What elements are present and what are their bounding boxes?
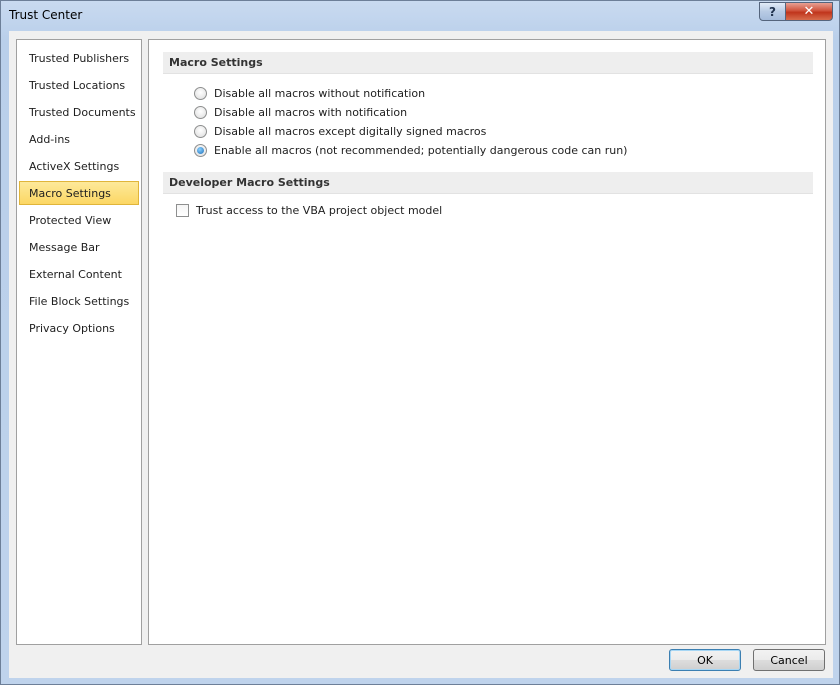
radio-button[interactable]	[194, 125, 207, 138]
sidebar-item-trusted-documents[interactable]: Trusted Documents	[19, 100, 139, 124]
sidebar-item-trusted-locations[interactable]: Trusted Locations	[19, 73, 139, 97]
checkbox-label: Trust access to the VBA project object m…	[196, 204, 443, 217]
help-button[interactable]: ?	[759, 2, 786, 21]
radio-button-checked[interactable]	[194, 144, 207, 157]
radio-button[interactable]	[194, 87, 207, 100]
radio-disable-with-notification[interactable]: Disable all macros with notification	[194, 106, 407, 119]
option-label: Disable all macros without notification	[214, 87, 426, 100]
trust-center-dialog: Trust Center ? ✕ Trusted Publishers Trus…	[0, 0, 840, 685]
sidebar-item-trusted-publishers[interactable]: Trusted Publishers	[19, 46, 139, 70]
radio-button[interactable]	[194, 106, 207, 119]
developer-macro-settings-header: Developer Macro Settings	[163, 172, 813, 194]
close-icon: ✕	[803, 4, 815, 19]
cancel-button[interactable]: Cancel	[753, 649, 825, 671]
radio-disable-except-signed[interactable]: Disable all macros except digitally sign…	[194, 125, 486, 138]
window-title: Trust Center	[9, 8, 83, 22]
settings-panel: Macro Settings Disable all macros withou…	[148, 39, 826, 645]
option-label: Disable all macros except digitally sign…	[214, 125, 487, 138]
sidebar-item-privacy-options[interactable]: Privacy Options	[19, 316, 139, 340]
sidebar-item-add-ins[interactable]: Add-ins	[19, 127, 139, 151]
checkbox-trust-vba-access[interactable]: Trust access to the VBA project object m…	[176, 204, 442, 217]
close-button[interactable]: ✕	[785, 2, 833, 21]
radio-disable-without-notification[interactable]: Disable all macros without notification	[194, 87, 425, 100]
help-icon: ?	[769, 4, 776, 19]
title-bar[interactable]: Trust Center ? ✕	[1, 1, 839, 31]
option-label: Enable all macros (not recommended; pote…	[214, 144, 628, 157]
sidebar-item-activex-settings[interactable]: ActiveX Settings	[19, 154, 139, 178]
sidebar-item-external-content[interactable]: External Content	[19, 262, 139, 286]
ok-button[interactable]: OK	[669, 649, 741, 671]
category-sidebar: Trusted Publishers Trusted Locations Tru…	[16, 39, 142, 645]
option-label: Disable all macros with notification	[214, 106, 408, 119]
sidebar-item-message-bar[interactable]: Message Bar	[19, 235, 139, 259]
dialog-client-area: Trusted Publishers Trusted Locations Tru…	[9, 31, 833, 678]
sidebar-item-protected-view[interactable]: Protected View	[19, 208, 139, 232]
macro-settings-header: Macro Settings	[163, 52, 813, 74]
sidebar-item-macro-settings[interactable]: Macro Settings	[19, 181, 139, 205]
radio-enable-all-macros[interactable]: Enable all macros (not recommended; pote…	[194, 144, 627, 157]
sidebar-item-file-block-settings[interactable]: File Block Settings	[19, 289, 139, 313]
checkbox[interactable]	[176, 204, 189, 217]
